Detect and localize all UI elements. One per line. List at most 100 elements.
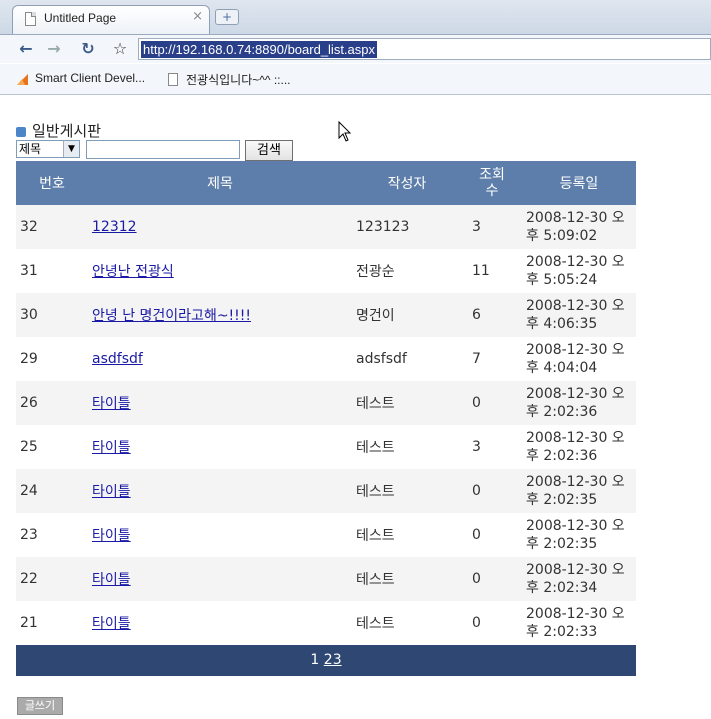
smart-client-bookmark-icon (17, 74, 28, 85)
cell-no: 22 (16, 557, 88, 601)
forward-button[interactable]: → (44, 39, 64, 59)
browser-toolbar: ← → ↻ ☆ http://192.168.0.74:8890/board_l… (0, 35, 711, 63)
table-row: 25 타이틀 테스트 3 2008-12-30 오후 2:02:36 (16, 425, 636, 469)
column-header-views-line1: 조회 (479, 167, 505, 183)
mouse-cursor-icon (338, 121, 352, 142)
table-row: 32 12312 123123 3 2008-12-30 오후 5:09:02 (16, 205, 636, 249)
cell-author: 명건이 (352, 293, 462, 337)
column-header-views-line2: 수 (485, 183, 499, 199)
post-title-link[interactable]: 타이틀 (92, 440, 131, 456)
post-title-link[interactable]: 타이틀 (92, 484, 131, 500)
cell-date-line2: 후 4:06:35 (526, 316, 598, 332)
board-title: 일반게시판 (16, 120, 101, 141)
cell-author: 테스트 (352, 601, 462, 645)
cell-date-line2: 후 4:04:04 (526, 360, 598, 376)
column-header-author: 작성자 (352, 161, 462, 205)
cell-views: 0 (462, 557, 522, 601)
address-url: http://192.168.0.74:8890/board_list.aspx (141, 41, 378, 58)
plus-icon: + (221, 10, 233, 24)
close-tab-icon[interactable]: × (192, 9, 203, 24)
cell-date-line2: 후 5:09:02 (526, 228, 598, 244)
reload-button[interactable]: ↻ (78, 39, 98, 59)
post-title-link[interactable]: 타이틀 (92, 616, 131, 632)
pagination: 1 23 (16, 645, 636, 676)
cell-views: 7 (462, 337, 522, 381)
column-header-views: 조회 수 (462, 161, 522, 205)
cell-author: 테스트 (352, 513, 462, 557)
cell-date-line2: 후 2:02:36 (526, 448, 598, 464)
cell-date-line2: 후 2:02:36 (526, 404, 598, 420)
cell-views: 3 (462, 425, 522, 469)
cell-date-line2: 후 5:05:24 (526, 272, 598, 288)
page-link-3[interactable]: 3 (333, 652, 342, 668)
cell-no: 23 (16, 513, 88, 557)
cell-date-line1: 2008-12-30 오 (526, 342, 625, 358)
cell-no: 31 (16, 249, 88, 293)
bookmark-smart-client[interactable]: Smart Client Devel... (35, 71, 145, 85)
cell-date-line2: 후 2:02:35 (526, 492, 598, 508)
table-row: 24 타이틀 테스트 0 2008-12-30 오후 2:02:35 (16, 469, 636, 513)
browser-tab-strip: Untitled Page × + (0, 0, 711, 35)
column-header-date: 등록일 (522, 161, 636, 205)
cell-no: 29 (16, 337, 88, 381)
column-header-no: 번호 (16, 161, 88, 205)
star-icon: ☆ (112, 39, 128, 58)
cell-views: 0 (462, 469, 522, 513)
column-header-title: 제목 (88, 161, 352, 205)
post-title-link[interactable]: 타이틀 (92, 396, 131, 412)
table-row: 22 타이틀 테스트 0 2008-12-30 오후 2:02:34 (16, 557, 636, 601)
cell-views: 0 (462, 513, 522, 557)
post-title-link[interactable]: 12312 (92, 219, 137, 235)
cell-views: 0 (462, 381, 522, 425)
table-header-row: 번호 제목 작성자 조회 수 등록일 (16, 161, 636, 205)
cell-date-line1: 2008-12-30 오 (526, 562, 625, 578)
search-field-value: 제목 (19, 142, 42, 156)
browser-tab[interactable]: Untitled Page × (12, 5, 210, 34)
table-row: 23 타이틀 테스트 0 2008-12-30 오후 2:02:35 (16, 513, 636, 557)
back-arrow-icon: ← (19, 39, 33, 58)
cell-author: 전광순 (352, 249, 462, 293)
cell-date-line2: 후 2:02:33 (526, 624, 598, 640)
cell-date-line1: 2008-12-30 오 (526, 386, 625, 402)
cell-author: 123123 (352, 205, 462, 249)
tab-title: Untitled Page (44, 11, 117, 25)
board-table: 번호 제목 작성자 조회 수 등록일 32 12312 123123 3 200… (16, 161, 636, 645)
cell-date-line1: 2008-12-30 오 (526, 210, 625, 226)
cell-date-line1: 2008-12-30 오 (526, 430, 625, 446)
forward-arrow-icon: → (47, 39, 61, 58)
bullet-icon (16, 127, 26, 137)
new-tab-button[interactable]: + (215, 9, 239, 25)
post-title-link[interactable]: 타이틀 (92, 528, 131, 544)
cell-author: 테스트 (352, 557, 462, 601)
post-title-link[interactable]: 타이틀 (92, 572, 131, 588)
table-row: 30 안녕 난 명건이라고해~!!!! 명건이 6 2008-12-30 오후 … (16, 293, 636, 337)
bookmark-jeon[interactable]: 전광식입니다~^^ ::... (186, 71, 291, 88)
reload-icon: ↻ (81, 39, 95, 58)
post-title-link[interactable]: 안녕난 전광식 (92, 264, 174, 280)
address-bar[interactable]: http://192.168.0.74:8890/board_list.aspx (138, 38, 711, 60)
cell-views: 0 (462, 601, 522, 645)
search-input[interactable] (86, 140, 240, 159)
search-field-select[interactable]: 제목 ▼ (16, 140, 80, 158)
cell-date-line1: 2008-12-30 오 (526, 474, 625, 490)
bookmarks-bar: Smart Client Devel... 전광식입니다~^^ ::... (0, 64, 711, 95)
cell-date-line1: 2008-12-30 오 (526, 518, 625, 534)
bookmark-star-button[interactable]: ☆ (110, 39, 130, 59)
current-page: 1 (310, 652, 320, 668)
cell-date-line2: 후 2:02:34 (526, 580, 598, 596)
table-row: 26 타이틀 테스트 0 2008-12-30 오후 2:02:36 (16, 381, 636, 425)
board-title-text: 일반게시판 (32, 122, 102, 140)
post-title-link[interactable]: asdfsdf (92, 351, 143, 367)
cell-author: adsfsdf (352, 337, 462, 381)
post-title-link[interactable]: 안녕 난 명건이라고해~!!!! (92, 308, 251, 324)
cell-date-line1: 2008-12-30 오 (526, 254, 625, 270)
cell-no: 26 (16, 381, 88, 425)
dropdown-arrow-icon[interactable]: ▼ (63, 141, 79, 157)
write-post-button[interactable]: 글쓰기 (17, 697, 63, 715)
cell-views: 6 (462, 293, 522, 337)
page-link-2[interactable]: 2 (324, 652, 333, 668)
table-row: 21 타이틀 테스트 0 2008-12-30 오후 2:02:33 (16, 601, 636, 645)
table-row: 31 안녕난 전광식 전광순 11 2008-12-30 오후 5:05:24 (16, 249, 636, 293)
search-button[interactable]: 검색 (245, 140, 293, 161)
back-button[interactable]: ← (16, 39, 36, 59)
